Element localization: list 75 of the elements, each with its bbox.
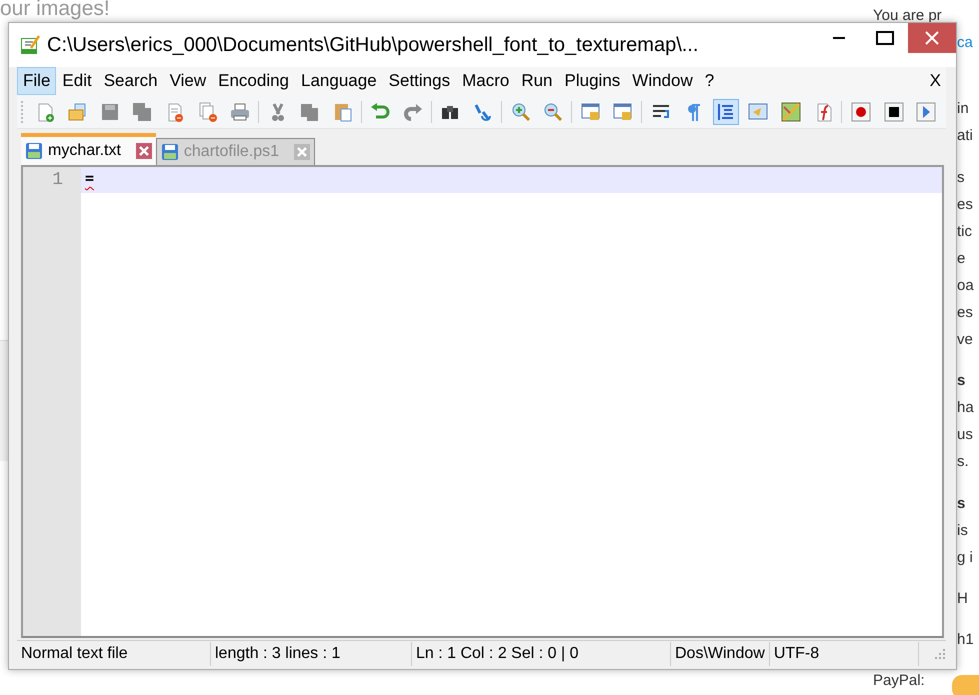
text-fragment: oa xyxy=(957,276,974,296)
line-number: 1 xyxy=(51,169,64,192)
map-icon xyxy=(781,102,801,122)
close-icon xyxy=(924,30,940,46)
text-fragment: in xyxy=(957,99,969,119)
minimize-icon xyxy=(833,37,845,39)
close-document-button[interactable]: X xyxy=(924,67,946,95)
link-fragment[interactable]: ca xyxy=(957,32,973,54)
close-tab-icon[interactable] xyxy=(294,144,310,160)
menu-item[interactable]: File xyxy=(17,67,56,95)
text-fragment: You are pr xyxy=(873,6,942,26)
text-fragment: us xyxy=(957,425,973,445)
folder-icon xyxy=(67,102,88,122)
text-fragment: s xyxy=(957,494,966,514)
menu-item[interactable]: Macro xyxy=(456,67,516,95)
text-fragment: e xyxy=(957,249,966,269)
menu-item[interactable]: Edit xyxy=(56,67,98,95)
page-heading: our images! xyxy=(0,0,110,21)
indent-guide-button[interactable] xyxy=(713,98,739,124)
text-fragment: PayPal: xyxy=(873,671,925,691)
menu-item[interactable]: View xyxy=(164,67,212,95)
undo-arrow-icon xyxy=(370,102,390,122)
tab-label: mychar.txt xyxy=(48,142,121,160)
text-fragment: h1 xyxy=(957,630,974,650)
text-fragment: es xyxy=(957,303,973,323)
editor-area[interactable]: 1 = xyxy=(21,165,944,638)
status-text: Normal text file xyxy=(17,642,211,666)
status-text: UTF-8 xyxy=(770,642,919,666)
text-fragment: tic xyxy=(957,222,972,242)
clipboard-icon xyxy=(332,102,353,122)
floppy-disks-icon xyxy=(132,102,152,122)
text-fragment: is xyxy=(957,521,968,541)
code-text: = xyxy=(84,168,96,189)
copy-icon xyxy=(300,102,320,122)
text-fragment: s xyxy=(957,371,966,391)
window-folder-icon xyxy=(748,102,768,122)
status-text: length : 3 lines : 1 xyxy=(211,642,412,666)
indent-guide-icon xyxy=(716,102,736,122)
status-text: Dos\Window xyxy=(671,642,770,666)
text-fragment: s xyxy=(957,168,964,188)
file-tab[interactable]: mychar.txt xyxy=(21,133,156,165)
text-fragment: ve xyxy=(957,330,973,350)
text-fragment: ha xyxy=(957,398,974,418)
maximize-icon xyxy=(875,30,895,46)
text-fragment: es xyxy=(957,195,973,215)
zoom-in-icon xyxy=(510,102,531,122)
status-text: Ln : 1 Col : 2 Sel : 0 | 0 xyxy=(412,642,671,666)
menu-item[interactable]: Encoding xyxy=(212,67,296,95)
menu-item[interactable]: Run xyxy=(515,67,559,95)
replace-icon xyxy=(472,102,493,122)
text-fragment: s. xyxy=(957,452,969,472)
printer-icon xyxy=(230,102,250,122)
menu-item[interactable]: ? xyxy=(698,67,720,95)
menu-item[interactable]: Settings xyxy=(382,67,456,95)
window-title: C:\Users\erics_000\Documents\GitHub\powershell_font_to_texturemap\... xyxy=(47,34,700,56)
menu-item[interactable]: Search xyxy=(98,67,164,95)
redo-arrow-icon xyxy=(402,102,423,122)
close-files-icon xyxy=(198,102,218,122)
resize-grip-icon xyxy=(934,648,946,660)
notepad-icon xyxy=(19,34,41,56)
text-fragment: H xyxy=(957,589,968,609)
window-lock-icon xyxy=(613,102,634,122)
text-fragment: g i xyxy=(957,548,973,568)
record-icon xyxy=(851,102,872,122)
window-lock-icon xyxy=(580,102,601,122)
text-fragment: ati xyxy=(957,126,973,146)
menu-item[interactable]: Window xyxy=(626,67,699,95)
close-tab-icon[interactable] xyxy=(136,143,152,159)
close-button[interactable] xyxy=(908,23,956,53)
play-icon xyxy=(916,102,936,122)
menu-item[interactable]: Language xyxy=(295,67,383,95)
tab-label: chartofile.ps1 xyxy=(184,143,280,161)
stop-icon xyxy=(884,102,904,122)
zoom-out-icon xyxy=(543,102,564,122)
menu-item[interactable]: Plugins xyxy=(558,67,626,95)
